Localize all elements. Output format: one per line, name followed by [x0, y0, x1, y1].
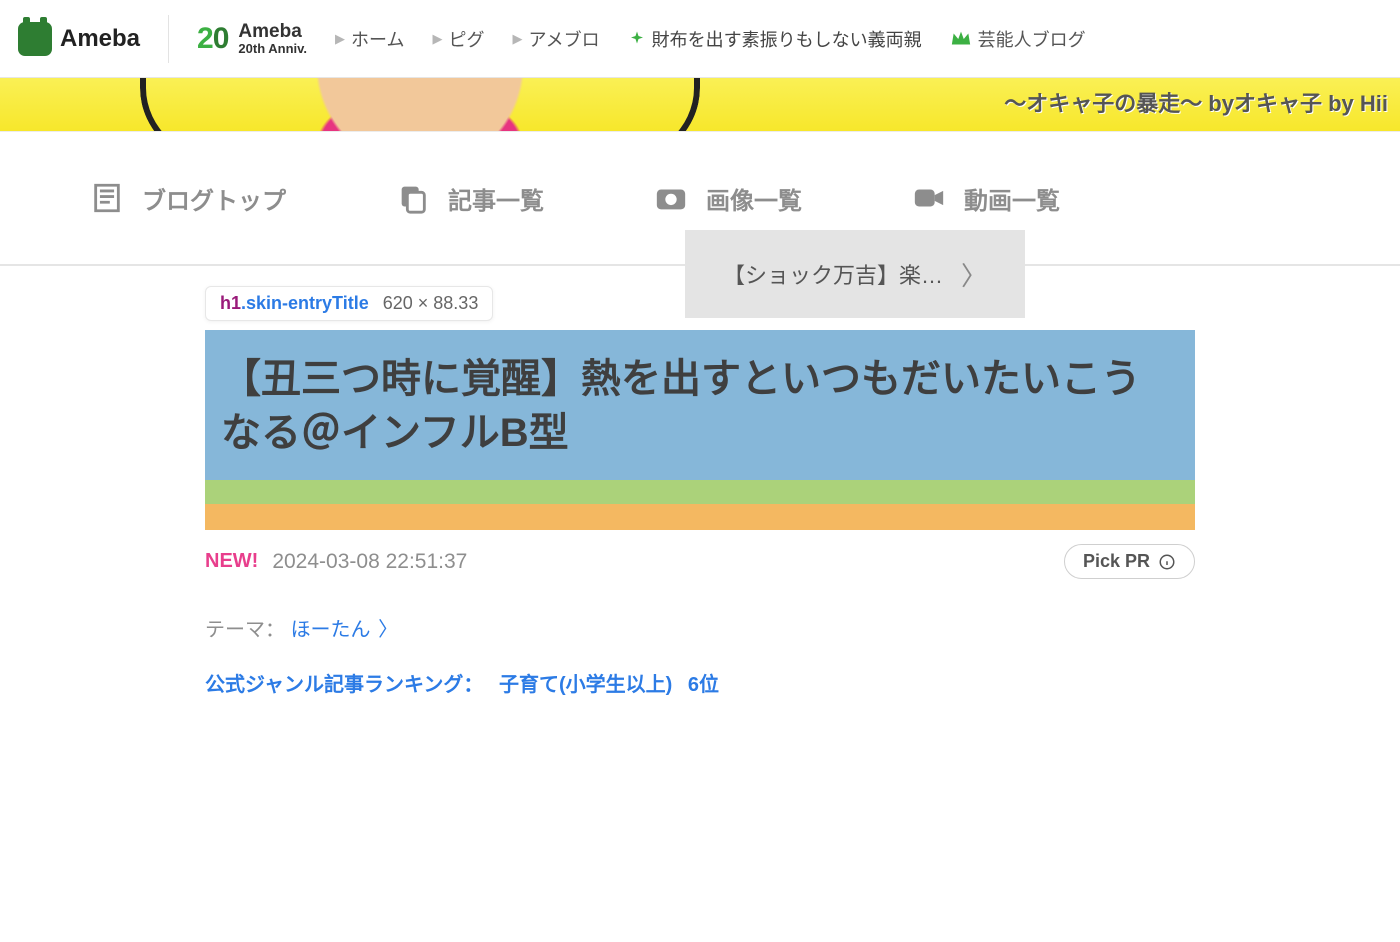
- tooltip-dimensions: 620 × 88.33: [383, 293, 479, 314]
- tooltip-class: .skin-entryTitle: [241, 293, 369, 313]
- anniversary-logo[interactable]: 20 Ameba 20th Anniv.: [197, 22, 307, 56]
- theme-link[interactable]: ほーたん: [291, 619, 371, 641]
- banner-tagline: 〜オキャ子の暴走〜 byオキャ子 by Hii: [1004, 86, 1388, 118]
- header-banner: 〜オキャ子の暴走〜 byオキャ子 by Hii: [0, 78, 1400, 132]
- chevron-right-icon: ▶: [513, 31, 523, 47]
- genre-ranking[interactable]: 公式ジャンル記事ランキング： 子育て(小学生以上) 6位: [205, 668, 1195, 697]
- nav-label: 芸能人ブログ: [978, 26, 1086, 52]
- tab-blog-top[interactable]: ブログトップ: [90, 181, 286, 216]
- info-icon: [1158, 553, 1176, 571]
- highlight-green: [205, 480, 1195, 504]
- theme-label: テーマ：: [205, 619, 285, 641]
- divider: [168, 15, 169, 63]
- global-header: Ameba 20 Ameba 20th Anniv. ▶ ホーム ▶ ピグ ▶ …: [0, 0, 1400, 78]
- ranking-position: 6位: [688, 674, 719, 696]
- nav-label: 財布を出す素振りもしない義両親: [652, 26, 922, 52]
- new-badge: NEW!: [205, 550, 258, 573]
- theme-row: テーマ： ほーたん 〉: [205, 613, 1195, 642]
- tab-label: ブログトップ: [142, 181, 286, 216]
- chevron-right-icon: 〉: [961, 256, 987, 293]
- sparkle-icon: [628, 30, 646, 48]
- anniv-20-icon: 20: [197, 22, 228, 56]
- anniv-sub: 20th Anniv.: [238, 42, 307, 56]
- next-post-title: 【ショック万吉】楽…: [723, 258, 943, 290]
- tab-video-list[interactable]: 動画一覧: [912, 181, 1060, 216]
- ranking-category: 子育て(小学生以上): [499, 674, 672, 696]
- document-icon: [90, 181, 124, 215]
- article-area: 【ショック万吉】楽… 〉 h1.skin-entryTitle 620 × 88…: [115, 266, 1285, 737]
- ameba-mark-icon: [18, 22, 52, 56]
- tab-label: 記事一覧: [448, 181, 544, 216]
- ranking-label: 公式ジャンル記事ランキング：: [205, 674, 483, 696]
- chevron-right-icon: 〉: [373, 619, 399, 641]
- nav-pig[interactable]: ▶ ピグ: [433, 26, 485, 52]
- camera-icon: [654, 181, 688, 215]
- tooltip-tag: h1: [220, 293, 241, 313]
- copy-icon: [396, 181, 430, 215]
- chevron-right-icon: ▶: [433, 31, 443, 47]
- nav-label: ホーム: [351, 26, 404, 52]
- crown-icon: [950, 29, 972, 49]
- pick-pr-button[interactable]: Pick PR: [1064, 544, 1195, 579]
- tab-label: 画像一覧: [706, 181, 802, 216]
- banner-illustration: [140, 78, 700, 132]
- pickpr-label: Pick PR: [1083, 551, 1150, 572]
- nav-label: ピグ: [449, 26, 485, 52]
- devtools-tooltip: h1.skin-entryTitle 620 × 88.33: [205, 286, 493, 321]
- tab-label: 動画一覧: [964, 181, 1060, 216]
- ameba-logo[interactable]: Ameba: [18, 22, 140, 56]
- highlight-orange: [205, 504, 1195, 530]
- tab-article-list[interactable]: 記事一覧: [396, 181, 544, 216]
- anniv-title: Ameba: [238, 22, 307, 42]
- tab-image-list[interactable]: 画像一覧: [654, 181, 802, 216]
- entry-meta: NEW! 2024-03-08 22:51:37 Pick PR: [205, 544, 1195, 579]
- nav-label: アメブロ: [529, 26, 600, 52]
- nav-promo-article[interactable]: 財布を出す素振りもしない義両親: [628, 26, 922, 52]
- chevron-right-icon: ▶: [335, 31, 345, 47]
- next-post-button[interactable]: 【ショック万吉】楽… 〉: [685, 230, 1025, 318]
- video-icon: [912, 181, 946, 215]
- nav-home[interactable]: ▶ ホーム: [335, 26, 404, 52]
- nav-ameblo[interactable]: ▶ アメブロ: [513, 26, 600, 52]
- brand-name: Ameba: [60, 25, 140, 53]
- nav-celeb-blog[interactable]: 芸能人ブログ: [950, 26, 1086, 52]
- entry-datetime: 2024-03-08 22:51:37: [272, 550, 467, 574]
- entry-title: 【丑三つ時に覚醒】熱を出すといつもだいたいこうなる＠インフルB型: [205, 330, 1195, 480]
